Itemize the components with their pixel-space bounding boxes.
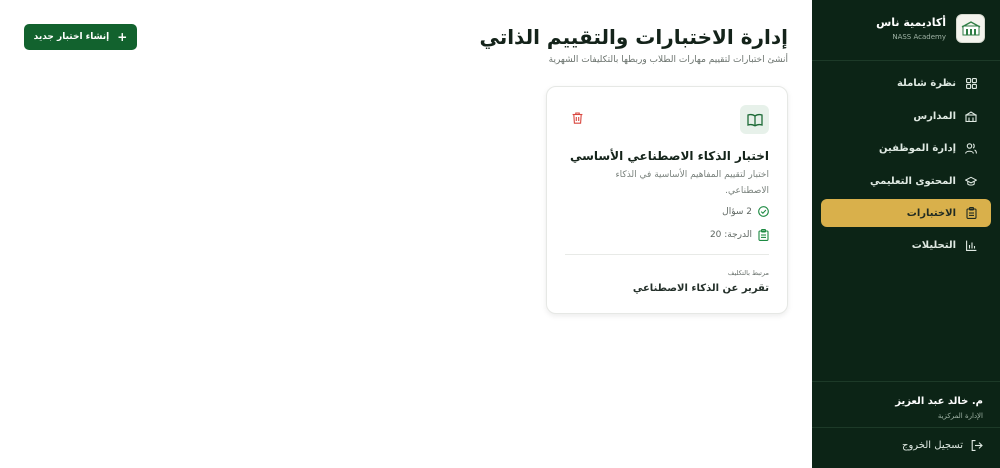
- brand-name: أكاديمية ناس: [876, 16, 946, 29]
- sidebar-item-staff[interactable]: إدارة الموظفين: [821, 134, 991, 162]
- clipboard-list-icon: [758, 229, 769, 241]
- score-label: الدرجة: 20: [709, 230, 752, 240]
- sidebar-item-schools[interactable]: المدارس: [821, 102, 991, 130]
- score: الدرجة: 20: [710, 229, 769, 241]
- user-name: م. خالد عبد العزيز: [895, 396, 983, 407]
- question-count: 2 سؤال: [722, 206, 769, 217]
- clipboard-icon: [965, 207, 977, 219]
- book-icon: [740, 105, 769, 134]
- quiz-card[interactable]: اختبار الذكاء الاصطناعي الأساسي اختبار ل…: [546, 86, 788, 314]
- linked-assignment-label: مرتبط بالتكليف: [727, 269, 769, 277]
- sidebar-divider: [812, 427, 1000, 428]
- logout-button[interactable]: تسجيل الخروج: [902, 440, 983, 451]
- user-role: الإدارة المركزية: [937, 412, 983, 420]
- sidebar-divider: [812, 60, 1000, 61]
- sidebar-item-analytics[interactable]: التحليلات: [821, 231, 991, 259]
- question-count-label: 2 سؤال: [722, 206, 752, 217]
- sidebar-divider: [812, 381, 1000, 382]
- sidebar-item-overview[interactable]: نظرة شاملة: [821, 69, 991, 97]
- sidebar-item-label: الاختبارات: [906, 207, 956, 219]
- sidebar-item-label: نظرة شاملة: [896, 77, 956, 89]
- sidebar: أكاديمية ناس NASS Academy نظرة شاملة الم…: [812, 0, 1000, 468]
- brand-subtitle: NASS Academy: [892, 33, 946, 41]
- bar-chart-icon: [965, 239, 977, 251]
- grid-icon: [965, 77, 977, 89]
- school-icon: [965, 110, 977, 122]
- quiz-description: اختبار لتقييم المفاهيم الأساسية في الذكا…: [615, 170, 769, 196]
- page-subtitle: أنشئ اختبارات لتقييم مهارات الطلاب وربطه…: [548, 55, 788, 65]
- plus-icon: +: [117, 30, 128, 44]
- linked-assignment-value: تقرير عن الذكاء الاصطناعي: [632, 283, 769, 294]
- graduation-cap-icon: [965, 175, 977, 187]
- quiz-title: اختبار الذكاء الاصطناعي الأساسي: [569, 149, 769, 163]
- logout-label: تسجيل الخروج: [901, 440, 963, 451]
- logout-icon: [971, 440, 983, 451]
- sidebar-item-label: التحليلات: [911, 239, 956, 251]
- create-test-button[interactable]: + إنشاء اختبار جديد: [24, 24, 137, 50]
- trash-icon[interactable]: [570, 111, 584, 125]
- create-test-label: إنشاء اختبار جديد: [33, 32, 110, 42]
- brand[interactable]: أكاديمية ناس NASS Academy: [826, 12, 986, 48]
- check-circle-icon: [758, 206, 769, 217]
- sidebar-item-label: المحتوى التعليمي: [870, 175, 956, 187]
- sidebar-item-label: إدارة الموظفين: [879, 142, 956, 154]
- sidebar-item-content[interactable]: المحتوى التعليمي: [821, 167, 991, 195]
- users-icon: [965, 142, 977, 154]
- page-title: إدارة الاختبارات والتقييم الذاتي: [479, 25, 788, 49]
- academy-logo-icon: [956, 14, 985, 43]
- sidebar-item-tests[interactable]: الاختبارات: [821, 199, 991, 227]
- sidebar-item-label: المدارس: [913, 110, 956, 122]
- card-divider: [565, 254, 769, 255]
